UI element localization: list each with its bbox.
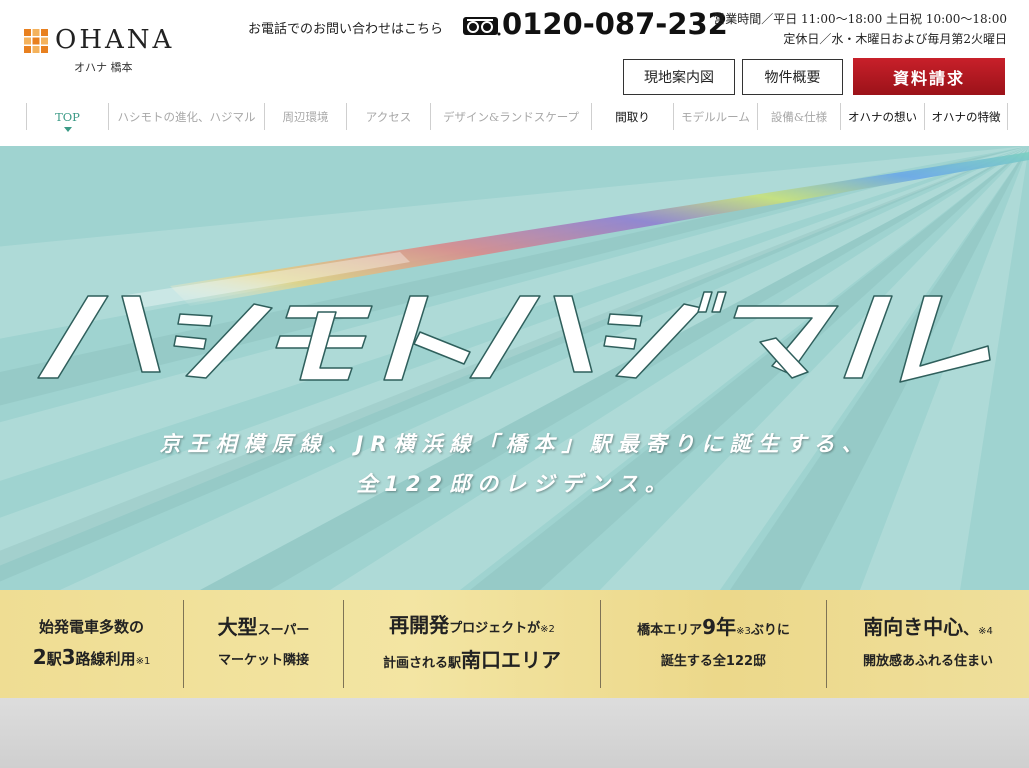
logo-text: OHANA: [55, 25, 175, 55]
feature-text: 橋本エリア: [637, 622, 703, 638]
feature-text: 南口エリア: [461, 647, 561, 672]
feature-line: 開放感あふれる住まい: [862, 653, 993, 669]
feature-text: 、: [963, 619, 979, 638]
nav-label: アクセス: [365, 109, 412, 124]
nav-ohana-thoughts[interactable]: オハナの想い: [840, 103, 924, 130]
feature-line: 始発電車多数の: [38, 617, 144, 636]
feature-text: スーパー: [257, 623, 310, 638]
logo-mark-icon: [24, 29, 48, 53]
phone-label: お電話でのお問い合わせはこちら: [248, 22, 444, 37]
feature-text: 9年: [702, 614, 737, 639]
footnote-mark: ※1: [135, 655, 151, 667]
free-dial-icon: [463, 17, 501, 36]
feature-line: マーケット隣接: [217, 653, 309, 668]
nav-label: デザイン&ランドスケープ: [442, 109, 580, 124]
feature-south-facing: 南向き中心、※4 開放感あふれる住まい: [827, 600, 1029, 688]
nav-access[interactable]: アクセス: [346, 103, 430, 130]
business-hours: 営業時間／平日 11:00〜18:00 土日祝 10:00〜18:00 定休日／…: [713, 9, 1007, 49]
footnote-mark: ※4: [978, 625, 993, 637]
nav-label: モデルルーム: [681, 109, 750, 124]
feature-supermarket: 大型スーパー マーケット隣接: [184, 600, 344, 688]
active-caret-icon: [63, 127, 72, 132]
feature-text: 南向き中心: [863, 614, 964, 639]
nav-label: ハシモトの進化、ハジマル: [117, 109, 256, 124]
feature-text: 再開発: [389, 612, 450, 637]
nav-ohana-features[interactable]: オハナの特徴: [924, 103, 1008, 130]
nav-label: 間取り: [615, 109, 650, 124]
feature-text: プロジェクトが: [449, 620, 541, 636]
nav-design-landscape[interactable]: デザイン&ランドスケープ: [430, 103, 591, 130]
feature-text: 駅: [46, 649, 62, 668]
site-header: OHANA オハナ 橋本 お電話でのお問い合わせはこちら 0120-087-23…: [0, 0, 1029, 146]
map-button[interactable]: 現地案内図: [623, 59, 735, 95]
feature-text: 路線利用: [75, 649, 136, 668]
feature-redevelopment: 再開発プロジェクトが※2 計画される駅南口エリア: [344, 600, 601, 688]
nav-label: オハナの想い: [848, 109, 917, 124]
feature-text: 大型: [217, 615, 258, 639]
phone-number[interactable]: 0120-087-232: [502, 7, 728, 41]
features-band: 始発電車多数の 2駅3路線利用※1 大型スーパー マーケット隣接 再開発プロジェ…: [0, 590, 1029, 698]
content-section-preview: [0, 698, 1029, 768]
nav-label: TOP: [55, 109, 80, 124]
footnote-mark: ※3: [736, 625, 751, 637]
hero-subtitle-line: 京王相模原線、JR横浜線「橋本」駅最寄りに誕生する、: [159, 432, 870, 456]
nav-label: 周辺環境: [282, 109, 329, 124]
nav-label: 設備&仕様: [770, 109, 828, 124]
main-nav: TOP ハシモトの進化、ハジマル 周辺環境 アクセス デザイン&ランドスケープ …: [26, 103, 1008, 132]
hero-background: [0, 146, 1029, 590]
footnote-mark: ※2: [540, 623, 555, 635]
feature-number: 3: [61, 644, 76, 669]
nav-label: オハナの特徴: [931, 109, 1001, 124]
closed-days-line: 定休日／水・木曜日および毎月第2火曜日: [783, 32, 1007, 46]
feature-new-residence: 橋本エリア9年※3ぶりに 誕生する全122邸: [601, 600, 827, 688]
nav-floorplans[interactable]: 間取り: [591, 103, 673, 130]
hero-subtitle: 京王相模原線、JR横浜線「橋本」駅最寄りに誕生する、 全122邸のレジデンス。: [0, 424, 1029, 504]
ohana-logo[interactable]: OHANA オハナ 橋本: [24, 25, 194, 77]
nav-hashimoto-evolution[interactable]: ハシモトの進化、ハジマル: [108, 103, 264, 130]
hero-banner: 京王相模原線、JR横浜線「橋本」駅最寄りに誕生する、 全122邸のレジデンス。: [0, 146, 1029, 590]
overview-button[interactable]: 物件概要: [742, 59, 843, 95]
hero-subtitle-line: 全122邸のレジデンス。: [356, 472, 673, 496]
feature-text: 計画される駅: [382, 655, 461, 671]
feature-number: 2: [32, 644, 47, 669]
feature-line: 誕生する全122邸: [660, 653, 767, 669]
nav-equipment[interactable]: 設備&仕様: [757, 103, 840, 130]
nav-surroundings[interactable]: 周辺環境: [264, 103, 346, 130]
nav-top[interactable]: TOP: [26, 103, 108, 132]
feature-trains: 始発電車多数の 2駅3路線利用※1: [0, 600, 184, 688]
request-brochure-button[interactable]: 資料請求: [853, 58, 1005, 95]
nav-model-room[interactable]: モデルルーム: [673, 103, 757, 130]
hours-line: 営業時間／平日 11:00〜18:00 土日祝 10:00〜18:00: [713, 12, 1007, 26]
logo-subtitle: オハナ 橋本: [74, 61, 133, 74]
feature-text: ぶりに: [750, 622, 790, 638]
